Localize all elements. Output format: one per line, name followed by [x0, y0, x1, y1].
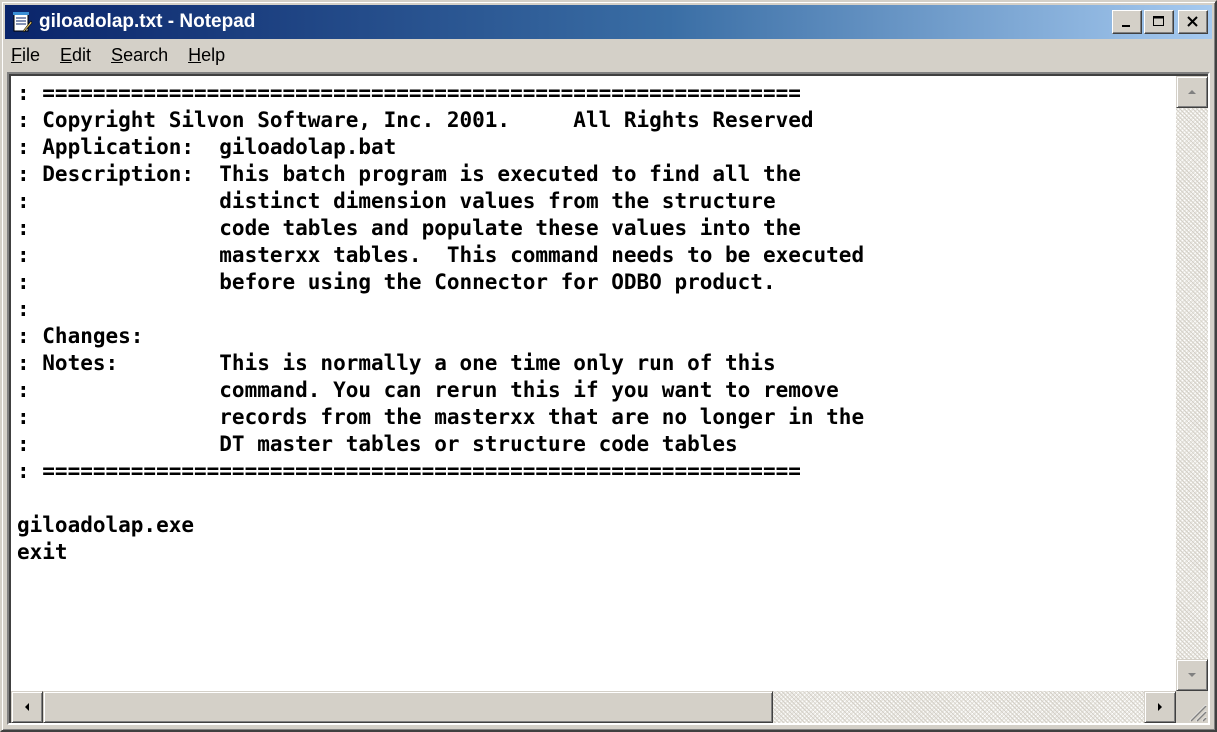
vertical-scrollbar[interactable] [1176, 76, 1208, 691]
editor-client: : ======================================… [9, 74, 1208, 723]
editor-line: : records from the masterxx that are no … [17, 405, 865, 429]
editor-line: : command. You can rerun this if you wan… [17, 378, 839, 402]
editor-line: : code tables and populate these values … [17, 216, 801, 240]
editor-line: : Application: giloadolap.bat [17, 135, 397, 159]
resize-grip-icon [1189, 704, 1207, 722]
close-icon [1187, 16, 1198, 27]
editor-line: : ======================================… [17, 81, 801, 105]
menu-file[interactable]: File [5, 45, 50, 66]
close-button[interactable] [1178, 10, 1208, 34]
arrow-left-icon [25, 703, 29, 711]
scroll-up-button[interactable] [1176, 76, 1208, 108]
horizontal-scroll-thumb[interactable] [43, 691, 773, 723]
menu-search[interactable]: Search [101, 45, 178, 66]
editor-line: : before using the Connector for ODBO pr… [17, 270, 776, 294]
notepad-icon[interactable] [11, 11, 33, 33]
window-title: giloadolap.txt - Notepad [39, 11, 256, 32]
maximize-icon [1153, 16, 1164, 26]
arrow-up-icon [1188, 90, 1196, 94]
arrow-right-icon [1158, 703, 1162, 711]
minimize-button[interactable] [1112, 10, 1142, 34]
scroll-down-button[interactable] [1176, 659, 1208, 691]
minimize-icon [1122, 25, 1130, 27]
editor-line: exit [17, 540, 68, 564]
horizontal-scrollbar[interactable] [11, 691, 1176, 723]
size-grip[interactable] [1176, 691, 1208, 723]
editor-line: : DT master tables or structure code tab… [17, 432, 738, 456]
editor-frame: : ======================================… [7, 72, 1210, 725]
editor-line: : distinct dimension values from the str… [17, 189, 776, 213]
editor-line: : Description: This batch program is exe… [17, 162, 801, 186]
title-bar[interactable]: giloadolap.txt - Notepad [5, 5, 1212, 39]
title-buttons [1110, 10, 1208, 34]
editor-line: : ======================================… [17, 459, 801, 483]
menu-help[interactable]: Help [178, 45, 235, 66]
editor-text: : ======================================… [11, 76, 1176, 566]
editor-line: : masterxx tables. This command needs to… [17, 243, 865, 267]
editor-line: : [17, 297, 30, 321]
arrow-down-icon [1188, 673, 1196, 677]
editor-line: giloadolap.exe [17, 513, 195, 537]
editor-line: : Notes: This is normally a one time onl… [17, 351, 776, 375]
menu-edit[interactable]: Edit [50, 45, 101, 66]
editor-line: : Copyright Silvon Software, Inc. 2001. … [17, 108, 814, 132]
scroll-right-button[interactable] [1144, 691, 1176, 723]
editor-line: : Changes: [17, 324, 144, 348]
notepad-window: giloadolap.txt - Notepad File Edit Searc… [0, 0, 1217, 732]
text-editor[interactable]: : ======================================… [11, 76, 1176, 691]
scroll-left-button[interactable] [11, 691, 43, 723]
menu-bar: File Edit Search Help [5, 40, 1212, 70]
maximize-button[interactable] [1144, 10, 1174, 34]
